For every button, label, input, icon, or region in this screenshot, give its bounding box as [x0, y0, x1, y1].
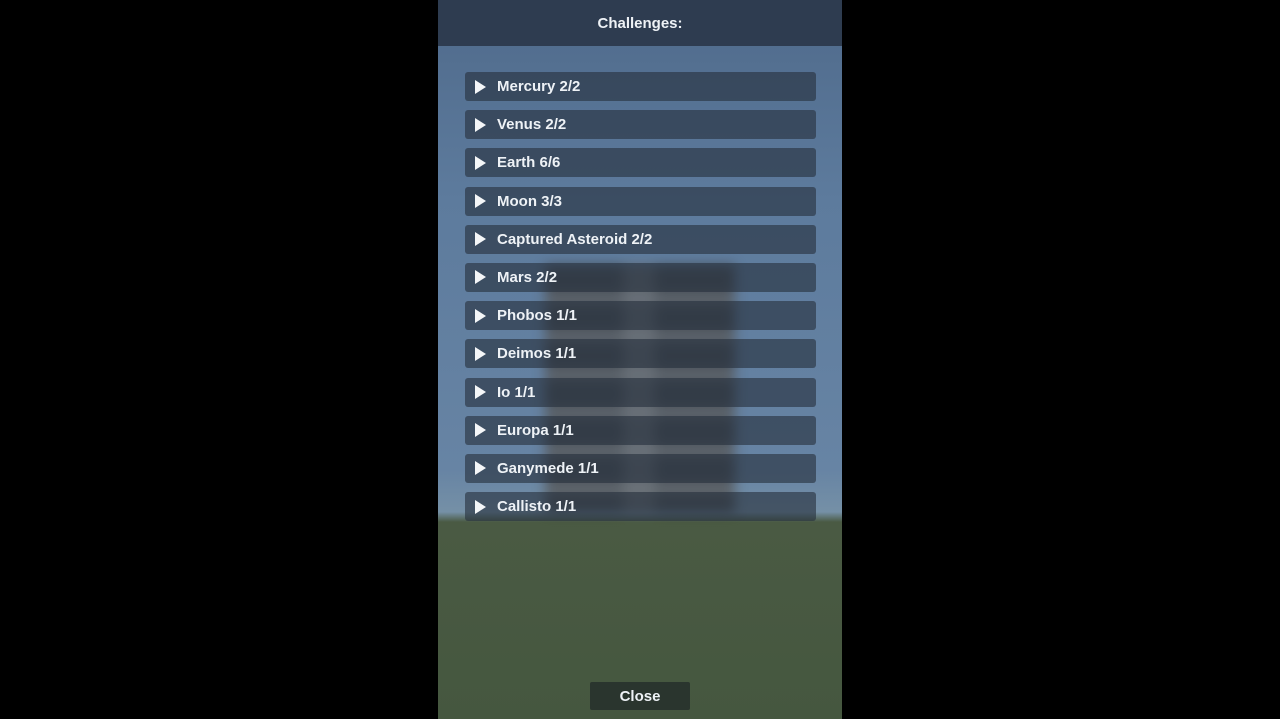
- panel-header: Challenges:: [438, 0, 842, 46]
- challenge-label: Ganymede 1/1: [497, 459, 599, 477]
- challenge-row[interactable]: Callisto 1/1: [465, 492, 816, 522]
- challenge-label: Moon 3/3: [497, 192, 563, 210]
- expand-triangle-icon: [475, 117, 486, 132]
- challenge-label: Earth 6/6: [497, 154, 561, 172]
- challenge-row[interactable]: Deimos 1/1: [465, 339, 816, 369]
- expand-triangle-icon: [475, 79, 486, 94]
- expand-triangle-icon: [475, 270, 486, 285]
- challenge-label: Mars 2/2: [497, 268, 558, 286]
- challenge-row[interactable]: Earth 6/6: [465, 148, 816, 178]
- challenge-row[interactable]: Europa 1/1: [465, 415, 816, 445]
- challenge-row[interactable]: Moon 3/3: [465, 186, 816, 216]
- challenge-list: Mercury 2/2 Venus 2/2 Earth 6/6 Moon 3/3 Cap…: [465, 72, 816, 530]
- challenges-panel: Challenges: Mercury 2/2 Venus 2/2 Earth 6/…: [438, 0, 842, 719]
- close-button[interactable]: Close: [590, 682, 690, 710]
- challenge-label: Venus 2/2: [497, 116, 567, 134]
- expand-triangle-icon: [475, 346, 486, 361]
- expand-triangle-icon: [475, 232, 486, 247]
- challenge-label: Europa 1/1: [497, 421, 574, 439]
- challenge-row[interactable]: Mars 2/2: [465, 262, 816, 292]
- challenge-label: Mercury 2/2: [497, 78, 581, 95]
- challenge-label: Deimos 1/1: [497, 345, 577, 363]
- expand-triangle-icon: [475, 308, 486, 323]
- expand-triangle-icon: [475, 423, 486, 438]
- challenge-row[interactable]: Venus 2/2: [465, 110, 816, 140]
- expand-triangle-icon: [475, 385, 486, 399]
- challenge-row[interactable]: Ganymede 1/1: [465, 453, 816, 483]
- challenge-row[interactable]: Mercury 2/2: [465, 72, 816, 101]
- expand-triangle-icon: [475, 499, 486, 514]
- challenge-label: Phobos 1/1: [497, 307, 578, 325]
- expand-triangle-icon: [475, 194, 486, 209]
- challenge-label: Captured Asteroid 2/2: [497, 230, 653, 248]
- challenge-row[interactable]: Captured Asteroid 2/2: [465, 224, 816, 254]
- challenge-row[interactable]: Io 1/1: [465, 377, 816, 407]
- challenge-label: Callisto 1/1: [497, 498, 577, 516]
- expand-triangle-icon: [475, 155, 486, 170]
- challenge-label: Io 1/1: [497, 383, 536, 401]
- panel-title: Challenges:: [597, 14, 683, 32]
- challenge-row[interactable]: Phobos 1/1: [465, 301, 816, 331]
- expand-triangle-icon: [475, 461, 486, 476]
